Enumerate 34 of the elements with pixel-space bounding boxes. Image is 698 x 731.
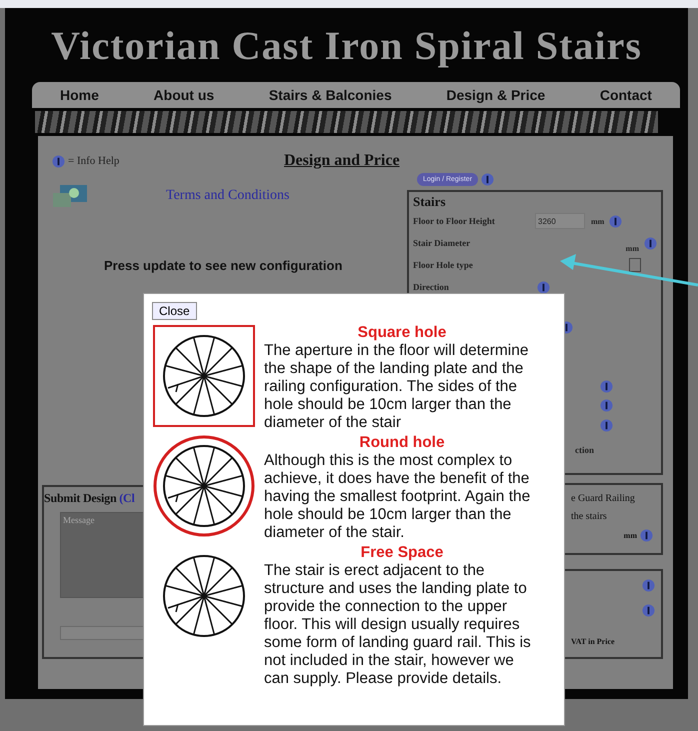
stairs-title: Stairs xyxy=(413,194,446,210)
option-title: Square hole xyxy=(356,324,448,342)
site-title: Victorian Cast Iron Spiral Stairs xyxy=(51,22,642,68)
section-label: ction xyxy=(575,445,595,456)
option-title: Free Space xyxy=(360,544,444,562)
field-label: Floor Hole type xyxy=(413,260,474,270)
unit-label: mm xyxy=(626,244,639,252)
option-title: Round hole xyxy=(358,434,446,452)
unit-label: mm xyxy=(591,216,604,226)
nav-link[interactable]: About us xyxy=(154,87,214,103)
height-input[interactable]: 3260 xyxy=(535,213,585,229)
close-button[interactable]: Close xyxy=(152,302,197,320)
submit-design-title: Submit Design xyxy=(44,491,116,505)
page-title: Design and Price xyxy=(284,152,400,170)
field-label: Stair Diameter xyxy=(413,238,472,248)
nav-link[interactable]: Home xyxy=(60,87,99,103)
unit-label: mm xyxy=(624,531,637,540)
nav-link[interactable]: Design & Price xyxy=(446,87,546,103)
info-help-label: = Info Help xyxy=(68,155,120,167)
update-note: Press update to see new configuration xyxy=(104,258,344,273)
select-box[interactable] xyxy=(629,258,641,272)
nav-link[interactable]: Stairs & Balconies xyxy=(268,87,392,103)
info-icon xyxy=(52,154,65,168)
option-label: the stairs xyxy=(571,511,608,522)
info-icon[interactable] xyxy=(537,280,550,294)
document-icon xyxy=(52,184,88,208)
field-label: Floor to Floor Height xyxy=(413,216,496,226)
vat-label: VAT in Price xyxy=(571,637,615,646)
nav-link[interactable]: Contact xyxy=(600,87,652,103)
option-label: e Guard Railing xyxy=(571,493,636,504)
option-description: Although this is the most complex to achieve, it does have the benefit of the having the smallest footprint. Again the hole should be 10cm larger than the diameter of the stair. xyxy=(264,452,532,542)
option-description: The stair is erect adjacent to the structure and uses the landing plate to provide the connection to the upper floor. This will design usually requires some form of landing guard rail. This is not included in the stair, however we can supply. Please provide details. xyxy=(264,562,532,688)
option-description: The aperture in the floor will determine the shape of the landing plate and the railing configuration. The sides of the hole should be 10cm larger than the diameter of the stair xyxy=(264,342,530,432)
field-label: Direction xyxy=(413,282,450,292)
